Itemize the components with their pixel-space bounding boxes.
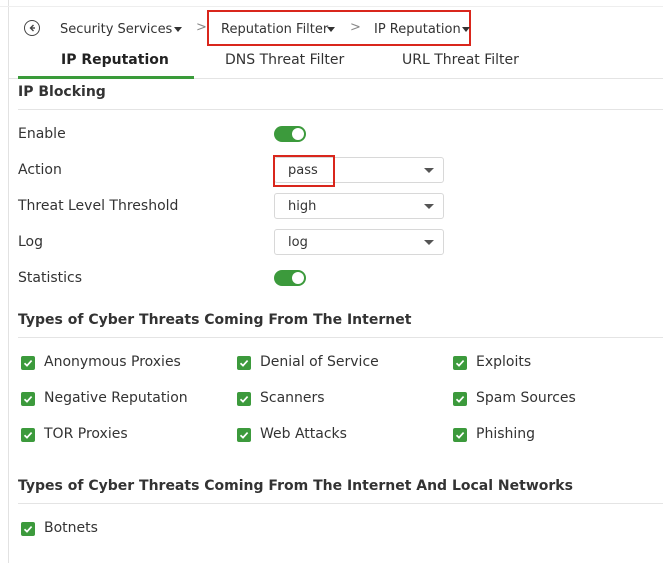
chevron-down-icon (424, 204, 434, 209)
checkmark-icon (237, 356, 251, 370)
log-select[interactable]: log (274, 229, 444, 255)
toggle-knob (292, 272, 304, 284)
checkbox-label: Denial of Service (260, 354, 379, 370)
chevron-down-icon (424, 168, 434, 173)
checkbox-label: Web Attacks (260, 426, 347, 442)
chevron-down-icon (424, 240, 434, 245)
checkmark-icon (237, 428, 251, 442)
checkbox-label: Scanners (260, 390, 325, 406)
chevron-down-icon[interactable] (174, 27, 182, 32)
checkbox-label: Phishing (476, 426, 536, 442)
enable-label: Enable (18, 126, 66, 142)
breadcrumb-separator-icon: > (196, 20, 207, 35)
breadcrumb-reputation-filter[interactable]: Reputation Filter (221, 22, 328, 37)
tab-url-threat-filter[interactable]: URL Threat Filter (402, 52, 519, 68)
breadcrumb: Security Services > Reputation Filter > … (0, 0, 663, 58)
back-arrow-icon[interactable] (24, 20, 40, 36)
section-divider (18, 109, 663, 110)
threshold-label: Threat Level Threshold (18, 198, 179, 214)
section-divider (18, 503, 663, 504)
checkmark-icon (21, 356, 35, 370)
checkmark-icon (237, 392, 251, 406)
breadcrumb-separator-icon: > (350, 20, 361, 35)
chevron-down-icon[interactable] (327, 27, 335, 32)
tab-ip-reputation[interactable]: IP Reputation (61, 52, 169, 68)
checkmark-icon (453, 392, 467, 406)
local-threats-title: Types of Cyber Threats Coming From The I… (18, 478, 573, 494)
statistics-label: Statistics (18, 270, 82, 286)
checkbox-label: Anonymous Proxies (44, 354, 181, 370)
threshold-select[interactable]: high (274, 193, 444, 219)
checkbox-label: TOR Proxies (44, 426, 128, 442)
left-border (8, 0, 9, 563)
checkbox-label: Exploits (476, 354, 532, 370)
statistics-toggle[interactable] (274, 270, 306, 286)
action-highlight-box (273, 155, 335, 187)
checkmark-icon (21, 392, 35, 406)
checkmark-icon (453, 428, 467, 442)
log-select-value: log (288, 235, 308, 250)
log-label: Log (18, 234, 44, 250)
ip-blocking-title: IP Blocking (18, 84, 106, 100)
checkmark-icon (21, 522, 35, 536)
breadcrumb-security-services[interactable]: Security Services (60, 22, 172, 37)
checkbox-label: Botnets (44, 520, 98, 536)
internet-threats-title: Types of Cyber Threats Coming From The I… (18, 312, 412, 328)
checkbox-label: Negative Reputation (44, 390, 188, 406)
tab-dns-threat-filter[interactable]: DNS Threat Filter (225, 52, 344, 68)
breadcrumb-ip-reputation[interactable]: IP Reputation (374, 22, 461, 37)
action-label: Action (18, 162, 62, 178)
toggle-knob (292, 128, 304, 140)
threshold-select-value: high (288, 199, 317, 214)
checkmark-icon (21, 428, 35, 442)
active-tab-indicator (18, 76, 194, 79)
checkmark-icon (453, 356, 467, 370)
chevron-down-icon[interactable] (462, 27, 470, 32)
section-divider (18, 337, 663, 338)
checkbox-label: Spam Sources (476, 390, 576, 406)
enable-toggle[interactable] (274, 126, 306, 142)
